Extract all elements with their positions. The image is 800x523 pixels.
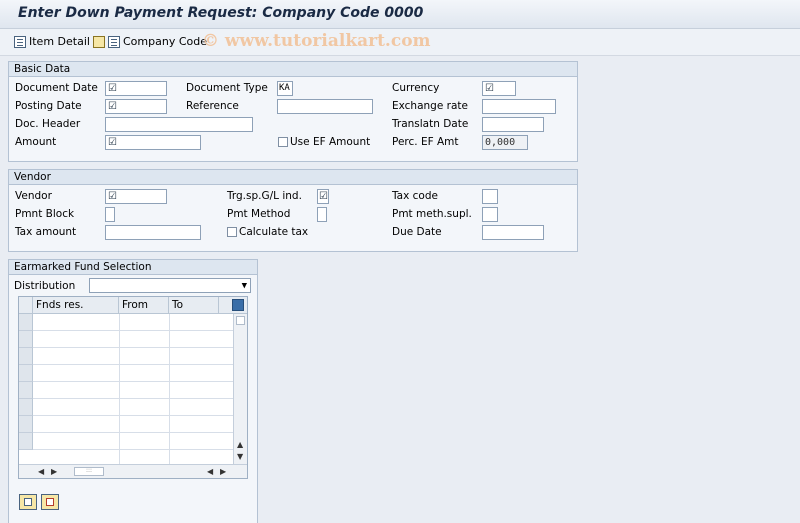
table-row[interactable]: [33, 331, 233, 348]
row-selector[interactable]: [19, 348, 33, 365]
scroll-up-icon[interactable]: ▲: [237, 440, 243, 450]
basic-data-group: Basic Data Document Date ☑ Posting Date …: [8, 61, 578, 162]
table-icon: [108, 35, 120, 48]
table-row[interactable]: [33, 365, 233, 382]
tax-code-label: Tax code: [392, 190, 438, 202]
translatn-date-label: Translatn Date: [392, 118, 469, 130]
scroll-left-icon[interactable]: ◀: [38, 467, 44, 477]
hierarchy-icon: [93, 35, 105, 48]
exchange-rate-label: Exchange rate: [392, 100, 468, 112]
scroll-right-icon[interactable]: ▶: [51, 467, 57, 477]
pmt-method-label: Pmt Method: [227, 208, 291, 220]
perc-ef-amt-field: 0,000: [482, 135, 528, 150]
earmarked-fund-header: Earmarked Fund Selection: [9, 260, 257, 275]
basic-data-header: Basic Data: [9, 62, 577, 77]
trg-sp-gl-label: Trg.sp.G/L ind.: [227, 190, 302, 202]
item-detail-button[interactable]: Item Detail: [14, 35, 90, 48]
distribution-label: Distribution: [14, 280, 76, 292]
table-row[interactable]: [33, 382, 233, 399]
tax-amount-label: Tax amount: [15, 226, 77, 238]
reference-field[interactable]: [277, 99, 373, 114]
column-header-fnds-res[interactable]: Fnds res.: [33, 297, 119, 314]
pmnt-block-label: Pmnt Block: [15, 208, 75, 220]
document-date-label: Document Date: [15, 82, 98, 94]
table-row[interactable]: [33, 314, 233, 331]
reference-label: Reference: [186, 100, 239, 112]
document-detail-icon: [14, 35, 26, 48]
doc-header-label: Doc. Header: [15, 118, 81, 130]
amount-field[interactable]: ☑: [105, 135, 201, 150]
vertical-scrollbar[interactable]: ▲ ▼: [233, 314, 247, 464]
use-ef-amount-checkbox[interactable]: [278, 137, 288, 147]
document-type-label: Document Type: [186, 82, 268, 94]
table-row[interactable]: [33, 433, 233, 450]
perc-ef-amt-label: Perc. EF Amt: [392, 136, 459, 148]
tax-code-field[interactable]: [482, 189, 498, 204]
tax-amount-field[interactable]: [105, 225, 201, 240]
row-selector[interactable]: [19, 314, 33, 331]
scroll-right-fixed-icon[interactable]: ▶: [220, 467, 226, 477]
use-ef-amount-label: Use EF Amount: [290, 136, 371, 148]
doc-header-field[interactable]: [105, 117, 253, 132]
delete-row-button[interactable]: [41, 494, 59, 510]
amount-label: Amount: [15, 136, 57, 148]
table-row[interactable]: [33, 416, 233, 433]
chevron-down-icon: ▼: [241, 281, 247, 291]
due-date-field[interactable]: [482, 225, 544, 240]
currency-label: Currency: [392, 82, 440, 94]
table-settings-header: [219, 297, 247, 314]
vendor-header: Vendor: [9, 170, 577, 185]
row-selector[interactable]: [19, 331, 33, 348]
vendor-group: Vendor Vendor ☑ Pmnt Block Tax amount Tr…: [8, 169, 578, 252]
funds-table: Fnds res. From To ▲ ▼ ◀ ▶ ::: ◀ ▶: [18, 296, 248, 479]
pmt-method-field[interactable]: [317, 207, 327, 222]
distribution-dropdown[interactable]: ▼: [89, 278, 251, 293]
company-code-label: Company Code: [123, 35, 207, 48]
posting-date-field[interactable]: ☑: [105, 99, 167, 114]
row-selector[interactable]: [19, 399, 33, 416]
row-selector[interactable]: [19, 433, 33, 450]
column-header-to[interactable]: To: [169, 297, 219, 314]
document-date-field[interactable]: ☑: [105, 81, 167, 96]
company-code-button[interactable]: Company Code: [93, 35, 207, 48]
row-selector[interactable]: [19, 365, 33, 382]
row-selector[interactable]: [19, 416, 33, 433]
exchange-rate-field[interactable]: [482, 99, 556, 114]
currency-field[interactable]: ☑: [482, 81, 516, 96]
page-title: Enter Down Payment Request: Company Code…: [18, 5, 424, 21]
horizontal-scrollbar[interactable]: ◀ ▶ ::: ◀ ▶: [19, 464, 247, 478]
row-selector[interactable]: [19, 382, 33, 399]
column-header-from[interactable]: From: [119, 297, 169, 314]
due-date-label: Due Date: [392, 226, 442, 238]
scroll-thumb[interactable]: [236, 316, 245, 325]
table-row[interactable]: [33, 399, 233, 416]
delete-row-icon: [46, 498, 54, 506]
h-scroll-thumb[interactable]: :::: [74, 467, 104, 476]
document-type-field[interactable]: KA: [277, 81, 293, 96]
select-all-header[interactable]: [19, 297, 33, 314]
insert-row-button[interactable]: [19, 494, 37, 510]
pmnt-block-field[interactable]: [105, 207, 115, 222]
pmt-meth-supl-label: Pmt meth.supl.: [392, 208, 472, 220]
pmt-meth-supl-field[interactable]: [482, 207, 498, 222]
vendor-field[interactable]: ☑: [105, 189, 167, 204]
table-row[interactable]: [33, 348, 233, 365]
table-settings-icon[interactable]: [232, 299, 244, 311]
earmarked-fund-group: Earmarked Fund Selection Distribution ▼ …: [8, 259, 258, 523]
calculate-tax-checkbox[interactable]: [227, 227, 237, 237]
scroll-down-icon[interactable]: ▼: [237, 452, 243, 462]
scroll-left-fixed-icon[interactable]: ◀: [207, 467, 213, 477]
trg-sp-gl-field[interactable]: ☑: [317, 189, 329, 204]
posting-date-label: Posting Date: [15, 100, 82, 112]
translatn-date-field[interactable]: [482, 117, 544, 132]
watermark: © www.tutorialkart.com: [202, 31, 431, 51]
calculate-tax-label: Calculate tax: [239, 226, 309, 238]
insert-row-icon: [24, 498, 32, 506]
vendor-label: Vendor: [15, 190, 52, 202]
item-detail-label: Item Detail: [29, 35, 90, 48]
